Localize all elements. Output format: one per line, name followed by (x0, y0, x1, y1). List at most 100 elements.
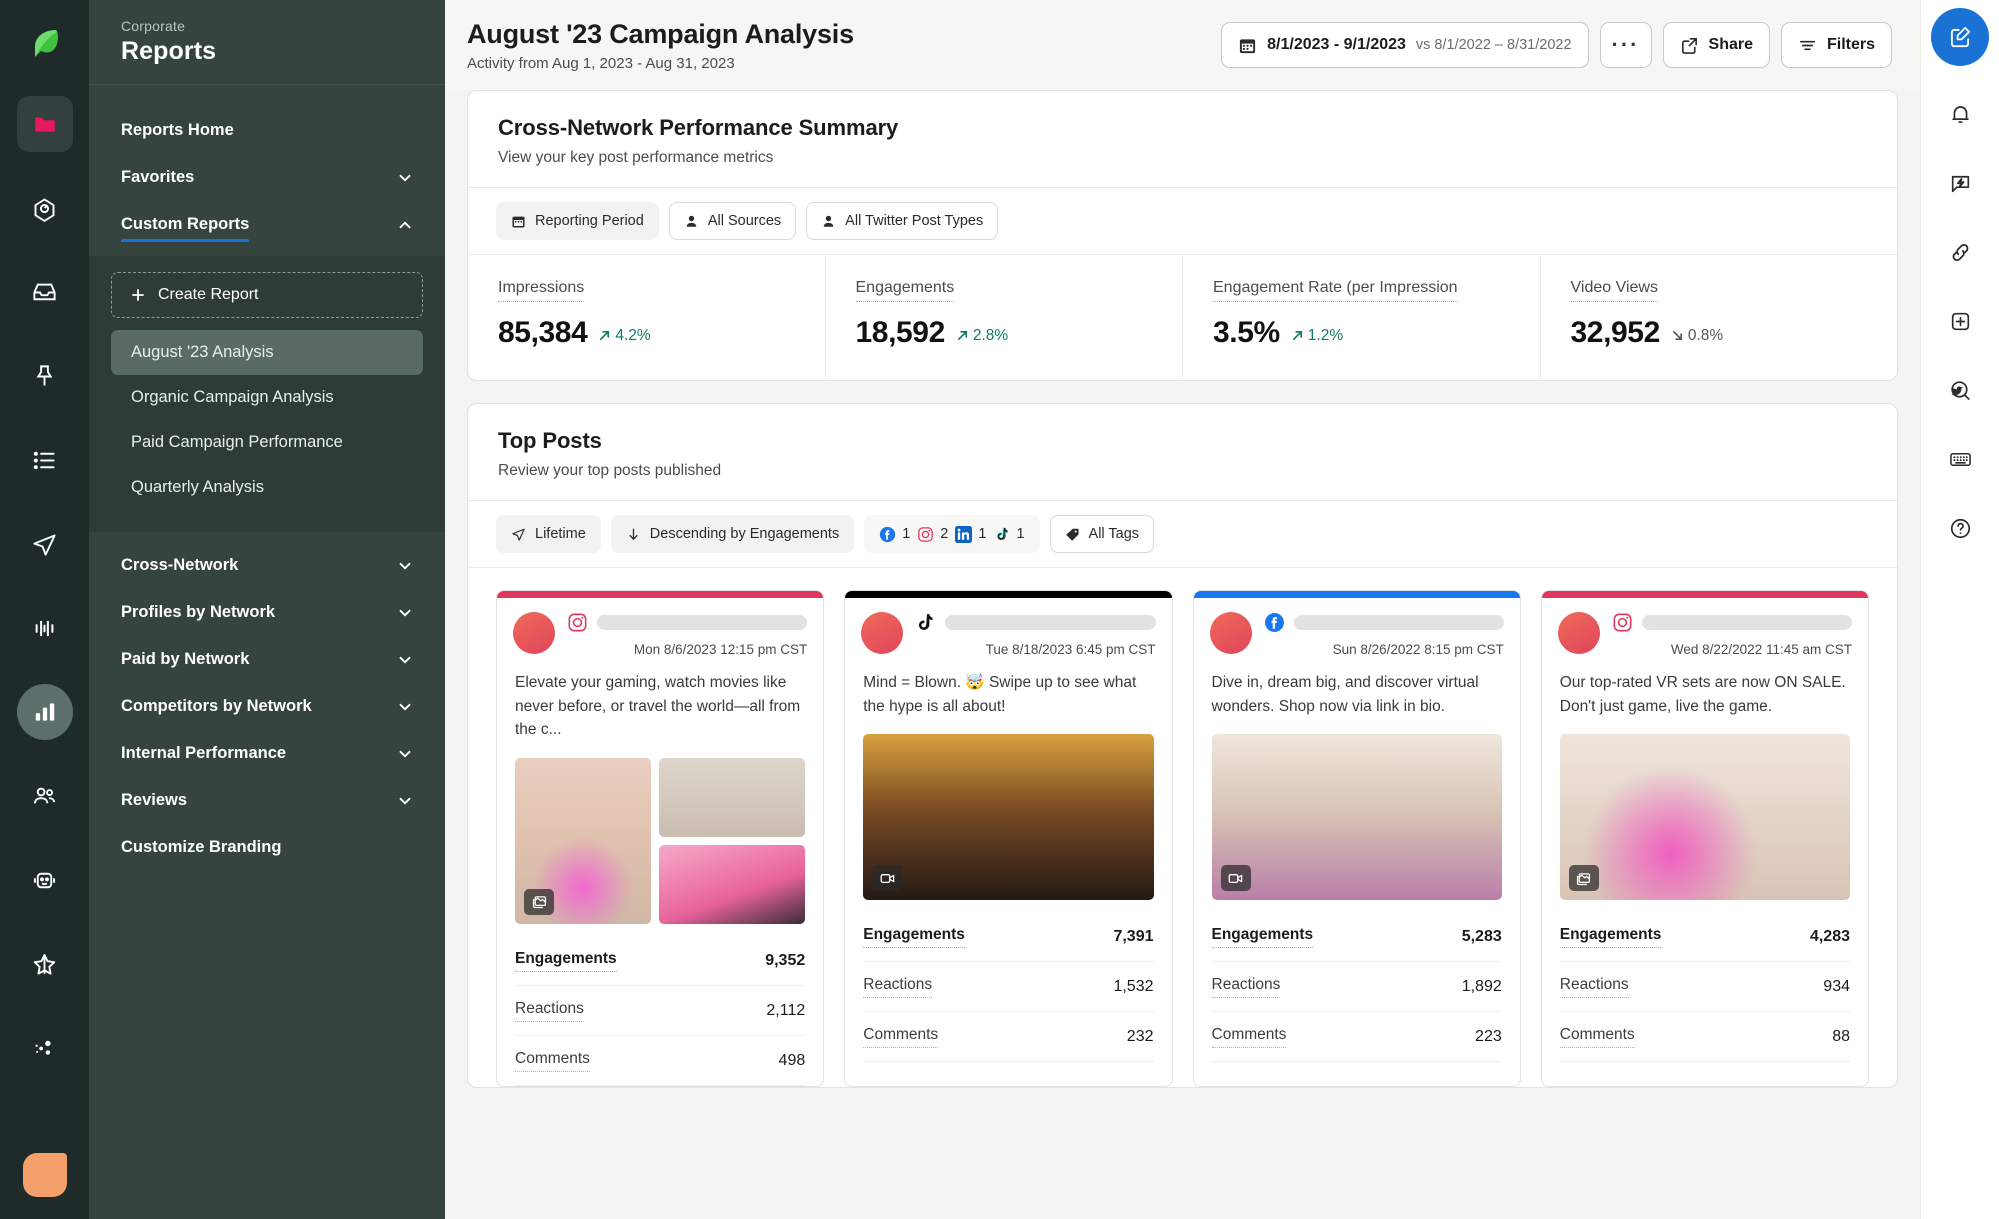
keyboard-shortcuts-button[interactable] (1932, 431, 1988, 487)
sidebar-item-favorites[interactable]: Favorites (89, 154, 445, 201)
rail-item-reviews[interactable] (17, 936, 73, 992)
sidebar-item-custom-reports[interactable]: Custom Reports (89, 201, 445, 248)
help-button[interactable] (1932, 500, 1988, 556)
post-timestamp: Mon 8/6/2023 12:15 pm CST (567, 642, 807, 657)
sidebar-item-customize-branding[interactable]: Customize Branding (89, 824, 445, 871)
report-scroll-area[interactable]: Cross-Network Performance Summary View y… (445, 90, 1920, 1219)
network-count-value: 1 (978, 526, 986, 542)
date-range-picker[interactable]: 8/1/2023 - 9/1/2023 vs 8/1/2022 – 8/31/2… (1221, 22, 1588, 68)
sidebar-item-label: Customize Branding (121, 838, 281, 857)
rail-item-list[interactable] (17, 432, 73, 488)
notifications-button[interactable] (1932, 86, 1988, 142)
rail-item-reports[interactable] (17, 684, 73, 740)
keyboard-icon (1948, 447, 1973, 472)
post-header: Tue 8/18/2023 6:45 pm CST (845, 598, 1171, 667)
rail-item-compass[interactable] (17, 180, 73, 236)
custom-reports-list: Create Report August '23 Analysis Organi… (89, 256, 445, 532)
add-button[interactable] (1932, 293, 1988, 349)
list-icon (31, 447, 58, 474)
rail-item-inbox[interactable] (17, 264, 73, 320)
sidebar-item-paid-by-network[interactable]: Paid by Network (89, 636, 445, 683)
filter-all-twitter-post-types[interactable]: All Twitter Post Types (806, 202, 998, 240)
rail-item-pin[interactable] (17, 348, 73, 404)
post-timestamp: Tue 8/18/2023 6:45 pm CST (915, 642, 1155, 657)
page-header-actions: 8/1/2023 - 9/1/2023 vs 8/1/2022 – 8/31/2… (1221, 22, 1892, 68)
avatar (1210, 612, 1252, 654)
filters-button[interactable]: Filters (1781, 22, 1892, 68)
compose-button[interactable] (1931, 8, 1989, 66)
page-header: August '23 Campaign Analysis Activity fr… (445, 0, 1920, 90)
compose-icon (1947, 24, 1973, 50)
post-media[interactable] (845, 728, 1171, 910)
tiktok-icon (993, 526, 1010, 543)
more-options-button[interactable]: ··· (1600, 22, 1652, 68)
filters-label: Filters (1827, 36, 1875, 54)
post-card[interactable]: Wed 8/22/2022 11:45 am CST Our top-rated… (1541, 590, 1869, 1087)
metric-impressions: Impressions 85,384 4.2% (468, 255, 826, 380)
filter-network-counts[interactable]: 1 2 1 1 (864, 515, 1039, 553)
instagram-icon (917, 526, 934, 543)
sidebar-item-competitors-by-network[interactable]: Competitors by Network (89, 683, 445, 730)
summary-filter-bar: Reporting Period All Sources All Twitter… (468, 187, 1897, 254)
sidebar-item-reports-home[interactable]: Reports Home (89, 107, 445, 154)
sidebar-item-internal-performance[interactable]: Internal Performance (89, 730, 445, 777)
post-stat-value: 1,892 (1462, 978, 1502, 996)
post-card[interactable]: Mon 8/6/2023 12:15 pm CST Elevate your g… (496, 590, 824, 1087)
post-stat-comments: Comments 498 (515, 1036, 805, 1086)
post-network-row (567, 612, 807, 633)
twitter-search-button[interactable] (1932, 362, 1988, 418)
post-stat-label: Reactions (1212, 976, 1281, 998)
avatar (861, 612, 903, 654)
post-card[interactable]: Tue 8/18/2023 6:45 pm CST Mind = Blown. … (844, 590, 1172, 1087)
custom-report-paid-campaign-performance[interactable]: Paid Campaign Performance (111, 420, 423, 465)
user-avatar[interactable] (23, 1153, 67, 1197)
top-posts-title: Top Posts (498, 428, 1867, 454)
metric-change-value: 2.8% (973, 327, 1008, 345)
plus-icon (130, 287, 146, 303)
post-header-meta: Wed 8/22/2022 11:45 am CST (1612, 612, 1852, 657)
post-text: Our top-rated VR sets are now ON SALE. D… (1542, 667, 1868, 728)
post-stat-reactions: Reactions 1,532 (863, 962, 1153, 1012)
feedback-button[interactable] (1932, 155, 1988, 211)
post-stat-label: Comments (1560, 1026, 1635, 1048)
rail-item-publishing[interactable] (17, 516, 73, 572)
filter-label: Reporting Period (535, 213, 644, 229)
sprout-leaf-logo[interactable] (17, 16, 73, 72)
rail-item-listening[interactable] (17, 600, 73, 656)
metric-change-value: 1.2% (1308, 327, 1343, 345)
post-media[interactable] (1542, 728, 1868, 910)
filter-sort-order[interactable]: Descending by Engagements (611, 515, 854, 553)
post-stats: Engagements 9,352 Reactions 2,112 Commen… (497, 934, 823, 1086)
post-network-row (1612, 612, 1852, 633)
sidebar-item-cross-network[interactable]: Cross-Network (89, 542, 445, 589)
custom-report-quarterly-analysis[interactable]: Quarterly Analysis (111, 465, 423, 510)
filter-all-tags[interactable]: All Tags (1050, 515, 1155, 553)
filter-reporting-period[interactable]: Reporting Period (496, 202, 659, 240)
filter-all-sources[interactable]: All Sources (669, 202, 796, 240)
filter-label: Descending by Engagements (650, 526, 839, 542)
sidebar-header: Corporate Reports (89, 0, 445, 85)
profile-name-placeholder (1642, 615, 1852, 630)
link-button[interactable] (1932, 224, 1988, 280)
sidebar-title: Reports (121, 37, 413, 66)
people-icon (31, 783, 58, 810)
rail-item-bot[interactable] (17, 852, 73, 908)
post-stat-engagements: Engagements 9,352 (515, 936, 805, 986)
filter-lifetime[interactable]: Lifetime (496, 515, 601, 553)
sidebar-item-label: Paid by Network (121, 650, 249, 669)
custom-report-august-23-analysis[interactable]: August '23 Analysis (111, 330, 423, 375)
post-card[interactable]: Sun 8/26/2022 8:15 pm CST Dive in, dream… (1193, 590, 1521, 1087)
custom-report-organic-campaign-analysis[interactable]: Organic Campaign Analysis (111, 375, 423, 420)
top-posts-header: Top Posts Review your top posts publishe… (468, 404, 1897, 500)
post-media[interactable] (1194, 728, 1520, 910)
sidebar-item-reviews[interactable]: Reviews (89, 777, 445, 824)
share-button[interactable]: Share (1663, 22, 1770, 68)
post-media-gallery (515, 758, 805, 924)
sidebar-item-profiles-by-network[interactable]: Profiles by Network (89, 589, 445, 636)
rail-item-network[interactable] (17, 1020, 73, 1076)
rail-item-folder[interactable] (17, 96, 73, 152)
sidebar-item-label: Competitors by Network (121, 697, 312, 716)
create-report-button[interactable]: Create Report (111, 272, 423, 318)
post-media[interactable] (497, 752, 823, 934)
rail-item-people[interactable] (17, 768, 73, 824)
